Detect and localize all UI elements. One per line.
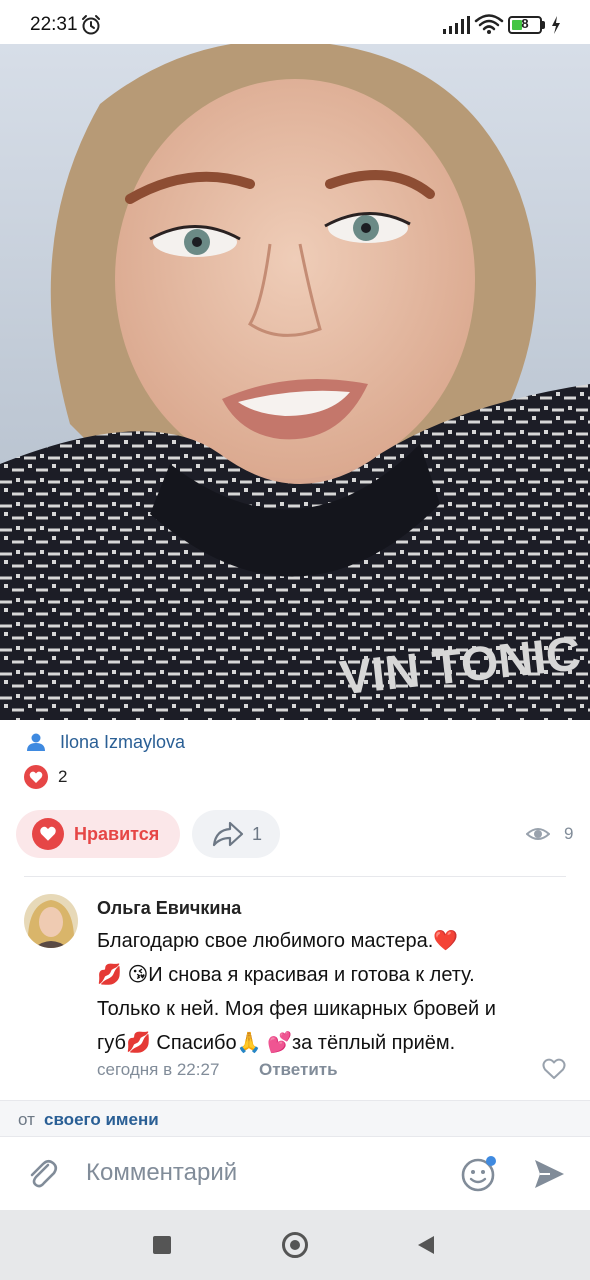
- post-as-selector[interactable]: своего имени: [44, 1110, 159, 1130]
- system-navigation-bar: [0, 1210, 590, 1280]
- comment-line: губ💋 Спасибо🙏 💕за тёплый приём.: [97, 1032, 456, 1054]
- signal-icon: [443, 16, 470, 34]
- recent-apps-icon[interactable]: [153, 1236, 171, 1254]
- like-button[interactable]: Нравится: [16, 810, 180, 858]
- comment-line: Только к ней. Моя фея шикарных бровей и: [97, 998, 496, 1020]
- likes-count: 2: [58, 767, 68, 786]
- alarm-icon: [82, 15, 100, 35]
- heart-icon: [32, 818, 64, 850]
- post-author-row[interactable]: Ilona Izmaylova: [26, 728, 185, 756]
- heart-outline-icon[interactable]: [542, 1058, 566, 1080]
- post-as-prefix: от: [18, 1110, 35, 1129]
- paperclip-icon[interactable]: [26, 1157, 60, 1191]
- share-count: 1: [252, 823, 263, 844]
- status-time: 22:31: [30, 14, 78, 35]
- share-icon: [212, 821, 244, 847]
- comment-composer: [0, 1136, 590, 1210]
- views-counter: 9: [526, 822, 573, 846]
- post-as-bar: от своего имени: [0, 1100, 590, 1136]
- comment-line: Благодарю свое любимого мастера.❤️: [97, 930, 459, 952]
- post-author-name[interactable]: Ilona Izmaylova: [60, 732, 185, 753]
- wifi-icon: [474, 14, 504, 34]
- battery-level: 8: [521, 16, 529, 31]
- home-icon[interactable]: [282, 1232, 308, 1258]
- charging-icon: [552, 16, 560, 34]
- like-button-label: Нравится: [74, 823, 160, 844]
- likes-summary[interactable]: 2: [24, 764, 67, 790]
- comment-line: 💋 😘И снова я красивая и готова к лету.: [97, 964, 475, 986]
- comment-avatar[interactable]: [24, 894, 78, 948]
- post-photo[interactable]: VIN TONIC: [0, 44, 590, 720]
- divider: [24, 876, 566, 877]
- back-icon[interactable]: [418, 1236, 434, 1254]
- heart-icon: [24, 765, 48, 789]
- send-icon[interactable]: [532, 1157, 566, 1191]
- reply-button[interactable]: Ответить: [259, 1060, 338, 1080]
- comment-author[interactable]: Ольга Евичкина: [97, 898, 241, 919]
- status-bar: 22:31 8: [0, 0, 590, 44]
- battery-icon: 8: [508, 15, 548, 35]
- views-count: 9: [564, 824, 574, 843]
- comment-text: Благодарю свое любимого мастера.❤️ 💋 😘И …: [97, 924, 567, 1060]
- comment-input[interactable]: [86, 1155, 436, 1191]
- comment-timestamp: сегодня в 22:27: [97, 1060, 220, 1079]
- eye-icon: [526, 828, 550, 840]
- person-icon: [27, 733, 45, 751]
- share-button[interactable]: 1: [192, 810, 280, 858]
- emoji-icon[interactable]: [460, 1155, 498, 1193]
